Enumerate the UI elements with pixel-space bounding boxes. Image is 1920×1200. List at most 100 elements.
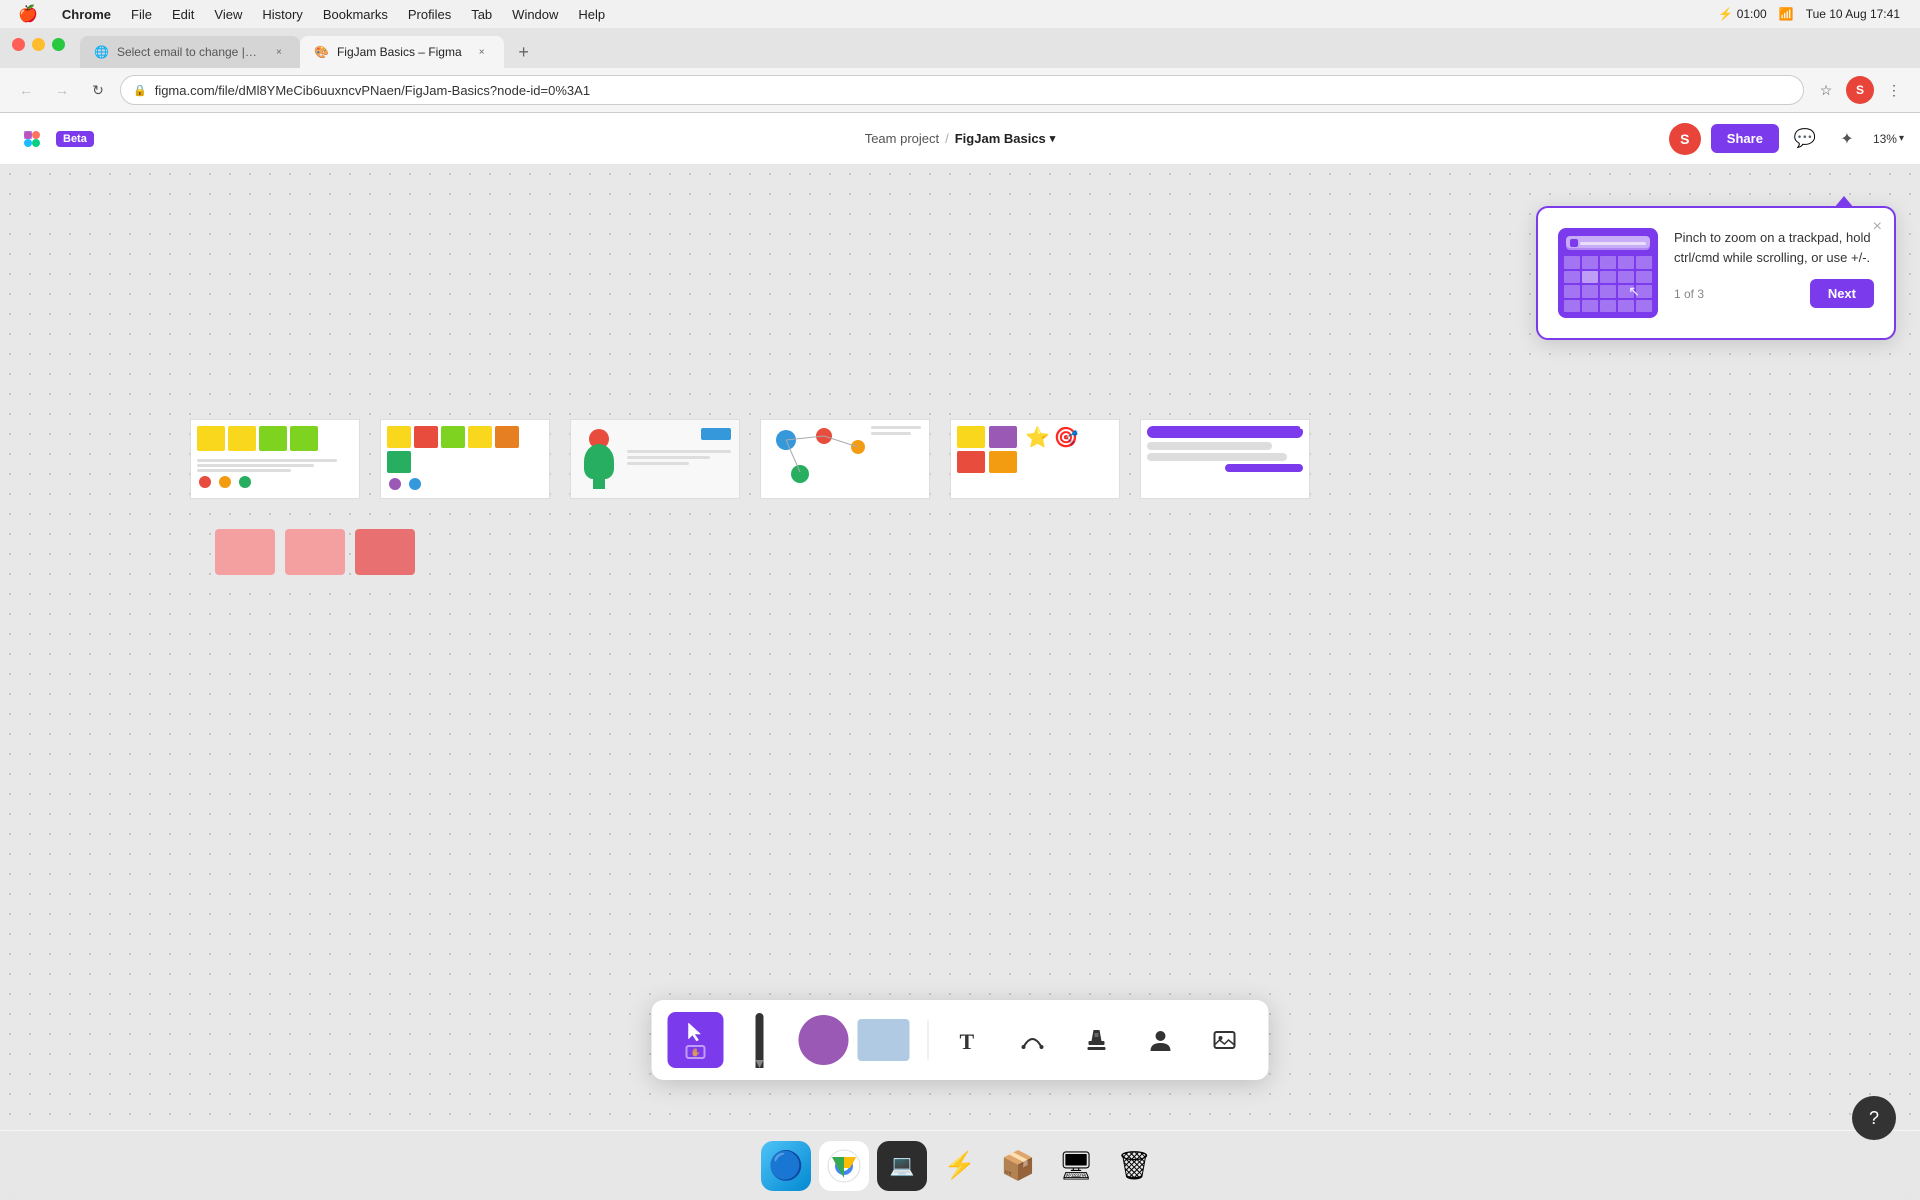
stamp-tool-btn[interactable] — [1069, 1012, 1125, 1068]
project-name[interactable]: Team project — [865, 131, 939, 146]
ai-btn[interactable]: ✦ — [1831, 123, 1863, 155]
tab-close-btn[interactable]: × — [272, 44, 286, 60]
history-menu[interactable]: History — [252, 0, 312, 28]
frame-4[interactable] — [760, 419, 930, 499]
tab-label: FigJam Basics – Figma — [337, 45, 462, 59]
tooltip-arrow — [1834, 196, 1854, 208]
tooltip-close-btn[interactable]: × — [1873, 218, 1882, 236]
minimize-window-btn[interactable] — [32, 38, 45, 51]
person-icon — [1148, 1027, 1174, 1053]
frame-6[interactable] — [1140, 419, 1310, 499]
macos-menubar: 🍎 Chrome File Edit View History Bookmark… — [0, 0, 1920, 28]
profiles-menu[interactable]: Profiles — [398, 0, 461, 28]
figma-logo-btn[interactable] — [16, 123, 48, 155]
zoom-display[interactable]: 13% ▾ — [1873, 132, 1904, 146]
person-tool-btn[interactable] — [1133, 1012, 1189, 1068]
chrome-menu[interactable]: Chrome — [52, 0, 121, 28]
dock-chrome[interactable] — [819, 1141, 869, 1191]
dock: 🔵 💻 ⚡ 📦 🖥 🗑 — [0, 1130, 1920, 1200]
pink-rect-2 — [285, 529, 345, 575]
tab-favicon: 🎨 — [314, 45, 329, 59]
view-menu[interactable]: View — [204, 0, 252, 28]
pink-shapes-row — [215, 529, 415, 575]
pink-rect-3 — [355, 529, 415, 575]
dock-vpn[interactable]: 🖥 — [1051, 1141, 1101, 1191]
dock-trash[interactable]: 🗑 — [1109, 1141, 1159, 1191]
bookmark-btn[interactable]: ☆ — [1812, 76, 1840, 104]
beta-badge: Beta — [56, 131, 94, 147]
frame-5[interactable]: ⭐ 🎯 — [950, 419, 1120, 499]
tooltip-text: Pinch to zoom on a trackpad, hold ctrl/c… — [1674, 228, 1874, 267]
figma-toolbar: Beta Team project / FigJam Basics ▾ S Sh… — [0, 113, 1920, 165]
clock: Tue 10 Aug 17:41 — [1806, 7, 1900, 21]
zoom-chevron-icon: ▾ — [1899, 133, 1904, 144]
rect-shape-btn[interactable] — [860, 1012, 916, 1068]
svg-text:T: T — [960, 1029, 975, 1053]
cursor-tool-btn[interactable]: ✋ — [668, 1012, 724, 1068]
close-window-btn[interactable] — [12, 38, 25, 51]
circle-shape-btn[interactable] — [796, 1012, 852, 1068]
apple-icon: 🍎 — [18, 4, 38, 24]
forward-btn[interactable]: → — [48, 76, 76, 104]
frame-2[interactable] — [380, 419, 550, 499]
address-bar: ← → ↻ 🔒 figma.com/file/dMl8YMeCib6uuxncv… — [0, 68, 1920, 112]
back-btn[interactable]: ← — [12, 76, 40, 104]
help-menu[interactable]: Help — [568, 0, 615, 28]
browser-chrome: 🌐 Select email to change | Djang × 🎨 Fig… — [0, 28, 1920, 113]
tooltip-next-btn[interactable]: Next — [1810, 279, 1874, 308]
file-name[interactable]: FigJam Basics ▾ — [955, 131, 1056, 146]
apple-menu[interactable]: 🍎 — [8, 0, 52, 28]
text-icon: T — [956, 1027, 982, 1053]
refresh-btn[interactable]: ↻ — [84, 76, 112, 104]
window-menu[interactable]: Window — [502, 0, 568, 28]
frames-row: ⭐ 🎯 — [190, 419, 1310, 499]
dock-figma[interactable]: ⚡ — [935, 1141, 985, 1191]
chrome-icon — [826, 1148, 862, 1184]
dock-terminal[interactable]: 💻 — [877, 1141, 927, 1191]
image-icon — [1212, 1027, 1238, 1053]
comment-btn[interactable]: 💬 — [1789, 123, 1821, 155]
maximize-window-btn[interactable] — [52, 38, 65, 51]
stamp-icon — [1084, 1027, 1110, 1053]
chevron-down-icon: ▾ — [1050, 132, 1056, 145]
new-tab-btn[interactable]: + — [510, 38, 538, 66]
connector-tool-btn[interactable] — [1005, 1012, 1061, 1068]
edit-menu[interactable]: Edit — [162, 0, 204, 28]
help-btn[interactable]: ? — [1852, 1096, 1896, 1140]
frame-1[interactable] — [190, 419, 360, 499]
zoom-level: 13% — [1873, 132, 1897, 146]
file-menu[interactable]: File — [121, 0, 162, 28]
breadcrumb-separator: / — [945, 131, 949, 146]
wifi-icon: 📶 — [1779, 7, 1794, 21]
tab-close-btn[interactable]: × — [474, 44, 490, 60]
tooltip-illustration: ↖ — [1558, 228, 1658, 318]
bottom-toolbar: ✋ T — [652, 1000, 1269, 1080]
tab-bar: 🌐 Select email to change | Djang × 🎨 Fig… — [0, 28, 1920, 68]
tab-menu[interactable]: Tab — [461, 0, 502, 28]
profile-btn[interactable]: S — [1846, 76, 1874, 104]
canvas-area[interactable]: ⭐ 🎯 — [0, 164, 1920, 1200]
share-button[interactable]: Share — [1711, 124, 1779, 153]
tooltip-popup: ↖ Pinch to zoom on a trackpad, hold ctrl… — [1536, 206, 1896, 340]
frame-3[interactable] — [570, 419, 740, 499]
tab-figma[interactable]: 🎨 FigJam Basics – Figma × — [300, 36, 504, 68]
url-bar[interactable]: 🔒 figma.com/file/dMl8YMeCib6uuxncvPNaen/… — [120, 75, 1804, 105]
dock-files[interactable]: 📦 — [993, 1141, 1043, 1191]
tooltip-counter: 1 of 3 — [1674, 287, 1704, 301]
tooltip-content: Pinch to zoom on a trackpad, hold ctrl/c… — [1674, 228, 1874, 318]
pink-rect-1 — [215, 529, 275, 575]
menu-btn[interactable]: ⋮ — [1880, 76, 1908, 104]
image-tool-btn[interactable] — [1197, 1012, 1253, 1068]
tab-django[interactable]: 🌐 Select email to change | Djang × — [80, 36, 300, 68]
bookmarks-menu[interactable]: Bookmarks — [313, 0, 398, 28]
lock-icon: 🔒 — [133, 84, 147, 97]
user-avatar[interactable]: S — [1669, 123, 1701, 155]
breadcrumb: Team project / FigJam Basics ▾ — [865, 131, 1056, 146]
text-tool-btn[interactable]: T — [941, 1012, 997, 1068]
connector-icon — [1020, 1027, 1046, 1053]
pencil-tool-btn[interactable] — [732, 1012, 788, 1068]
url-text: figma.com/file/dMl8YMeCib6uuxncvPNaen/Fi… — [155, 83, 1791, 98]
tab-label: Select email to change | Djang — [117, 45, 260, 59]
dock-finder[interactable]: 🔵 — [761, 1141, 811, 1191]
traffic-lights — [12, 38, 65, 51]
